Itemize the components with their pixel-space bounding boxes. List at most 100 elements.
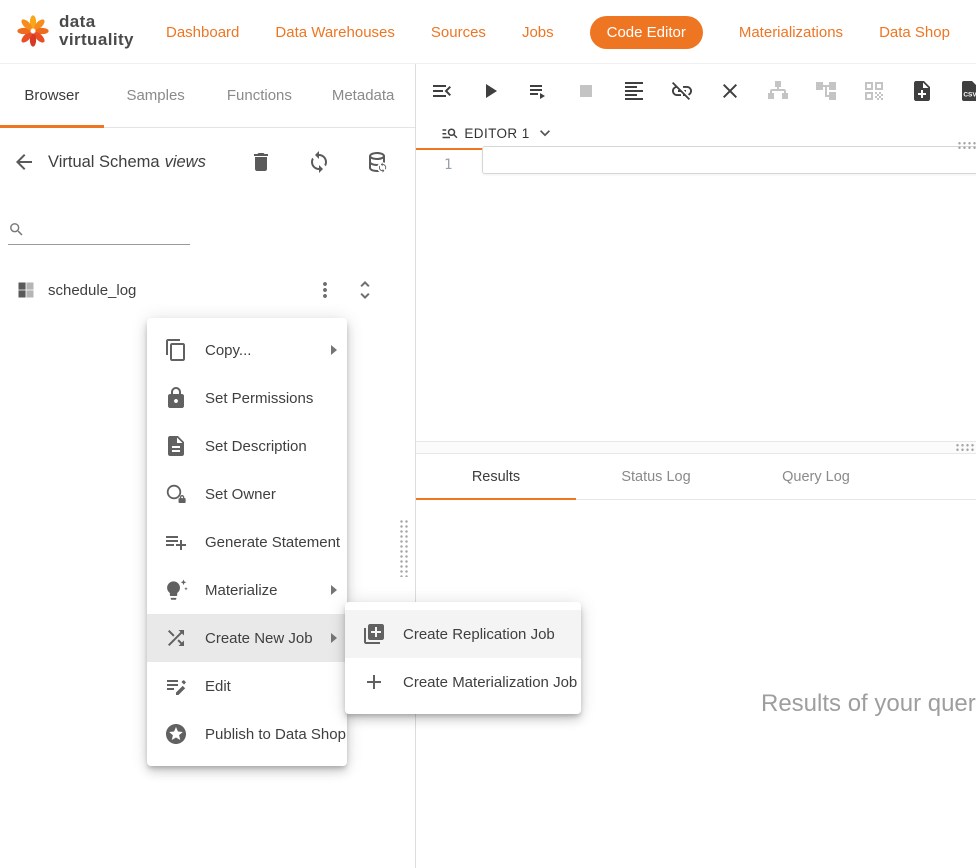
- run-button[interactable]: [474, 75, 506, 107]
- refresh-metadata-button[interactable]: [361, 146, 393, 178]
- menu-item-create-replication-job[interactable]: Create Replication Job: [345, 610, 581, 658]
- menu-item-create-materialization-job-label: Create Materialization Job: [403, 674, 577, 691]
- editor-toolbar: CSV: [416, 64, 976, 118]
- menu-item-create-new-job-label: Create New Job: [205, 630, 313, 647]
- kebab-menu-icon: [313, 278, 337, 302]
- export-csv-button[interactable]: CSV: [954, 75, 976, 107]
- menu-item-set-description[interactable]: Set Description: [147, 422, 347, 470]
- results-tab-bar: Results Status Log Query Log: [416, 454, 976, 500]
- tab-metadata[interactable]: Metadata: [311, 64, 415, 127]
- menu-item-create-materialization-job[interactable]: Create Materialization Job: [345, 658, 581, 706]
- editor-search-icon: [441, 124, 459, 142]
- submenu-arrow-icon: [331, 345, 337, 355]
- menu-item-materialize-label: Materialize: [205, 582, 278, 599]
- menu-item-publish-to-data-shop-label: Publish to Data Shop: [205, 726, 346, 743]
- tab-status-log-label: Status Log: [621, 469, 690, 485]
- nav-jobs[interactable]: Jobs: [522, 24, 554, 41]
- menu-item-edit[interactable]: Edit: [147, 662, 347, 710]
- tab-query-log[interactable]: Query Log: [736, 454, 896, 499]
- format-align-icon: [622, 79, 646, 103]
- tab-results-label: Results: [472, 469, 520, 485]
- menu-item-generate-statement-label: Generate Statement: [205, 534, 340, 551]
- editor-grip-dots[interactable]: [957, 141, 976, 150]
- code-editor-panel: CSV EDITOR 1 1 Result: [416, 64, 976, 868]
- schema-title: Virtual Schema: [48, 153, 160, 171]
- refresh-schema-button[interactable]: [303, 146, 335, 178]
- top-navigation: data virtuality Dashboard Data Warehouse…: [0, 0, 976, 64]
- unfold-icon: [353, 278, 377, 302]
- logo-text: data virtuality: [59, 13, 134, 49]
- splitter-grip-dots[interactable]: [955, 443, 974, 452]
- menu-item-materialize[interactable]: Materialize: [147, 566, 347, 614]
- plus-icon: [362, 670, 386, 694]
- dependencies-button[interactable]: [762, 75, 794, 107]
- panel-resize-handle[interactable]: [399, 519, 410, 577]
- nav-materializations[interactable]: Materializations: [739, 24, 843, 41]
- star-circle-icon: [164, 722, 188, 746]
- results-splitter[interactable]: [416, 441, 976, 454]
- logo-text-line1: data: [59, 13, 134, 31]
- item-menu-button[interactable]: [313, 278, 337, 302]
- sync-icon: [307, 150, 331, 174]
- account-tree-icon: [814, 79, 838, 103]
- tab-results[interactable]: Results: [416, 454, 576, 499]
- copy-icon: [164, 338, 188, 362]
- new-file-button[interactable]: [906, 75, 938, 107]
- menu-item-copy-label: Copy...: [205, 342, 251, 359]
- code-line-current[interactable]: [482, 146, 976, 174]
- tab-browser[interactable]: Browser: [0, 64, 104, 127]
- submenu-arrow-icon: [331, 633, 337, 643]
- close-editor-button[interactable]: [714, 75, 746, 107]
- lock-icon: [164, 386, 188, 410]
- run-icon: [478, 79, 502, 103]
- tab-samples[interactable]: Samples: [104, 64, 208, 127]
- menu-item-copy[interactable]: Copy...: [147, 326, 347, 374]
- qr-code-icon: [862, 79, 886, 103]
- menu-item-create-new-job[interactable]: Create New Job: [147, 614, 347, 662]
- menu-item-publish-to-data-shop[interactable]: Publish to Data Shop: [147, 710, 347, 758]
- menu-item-set-owner[interactable]: Set Owner: [147, 470, 347, 518]
- link-off-icon: [670, 79, 694, 103]
- menu-item-set-description-label: Set Description: [205, 438, 307, 455]
- nav-data-warehouses[interactable]: Data Warehouses: [275, 24, 395, 41]
- materialize-bulb-icon: [164, 578, 188, 602]
- logo[interactable]: data virtuality: [14, 12, 134, 50]
- csv-icon-label: CSV: [963, 92, 976, 99]
- delete-schema-button[interactable]: [245, 146, 277, 178]
- search-input[interactable]: [31, 222, 190, 238]
- logo-text-line2: virtuality: [59, 31, 134, 49]
- run-script-button[interactable]: [522, 75, 554, 107]
- query-plan-button[interactable]: [858, 75, 890, 107]
- page-title: Virtual Schemaviews: [48, 153, 206, 172]
- nav-sources[interactable]: Sources: [431, 24, 486, 41]
- expand-item-button[interactable]: [353, 278, 377, 302]
- collapse-editor-button[interactable]: [426, 75, 458, 107]
- description-icon: [164, 434, 188, 458]
- tree-item-schedule-log[interactable]: schedule_log: [0, 270, 415, 310]
- stop-icon: [574, 79, 598, 103]
- submenu-arrow-icon: [331, 585, 337, 595]
- chevron-down-icon[interactable]: [535, 123, 555, 143]
- main-nav: Dashboard Data Warehouses Sources Jobs C…: [166, 0, 950, 64]
- line-number: 1: [444, 157, 452, 173]
- schema-header: Virtual Schemaviews: [0, 140, 415, 184]
- tab-browser-label: Browser: [24, 87, 79, 104]
- nav-dashboard[interactable]: Dashboard: [166, 24, 239, 41]
- sitemap-icon: [766, 79, 790, 103]
- back-button[interactable]: [8, 146, 40, 178]
- format-sql-button[interactable]: [618, 75, 650, 107]
- playlist-add-icon: [164, 530, 188, 554]
- tab-functions[interactable]: Functions: [208, 64, 312, 127]
- lineage-button[interactable]: [810, 75, 842, 107]
- stop-button[interactable]: [570, 75, 602, 107]
- nav-code-editor[interactable]: Code Editor: [590, 16, 703, 49]
- menu-item-generate-statement[interactable]: Generate Statement: [147, 518, 347, 566]
- tab-samples-label: Samples: [126, 87, 184, 104]
- unlink-button[interactable]: [666, 75, 698, 107]
- nav-data-shop[interactable]: Data Shop: [879, 24, 950, 41]
- menu-item-set-permissions-label: Set Permissions: [205, 390, 313, 407]
- code-editor[interactable]: 1: [416, 150, 976, 441]
- tree-item-label: schedule_log: [48, 282, 136, 299]
- tab-status-log[interactable]: Status Log: [576, 454, 736, 499]
- menu-item-set-permissions[interactable]: Set Permissions: [147, 374, 347, 422]
